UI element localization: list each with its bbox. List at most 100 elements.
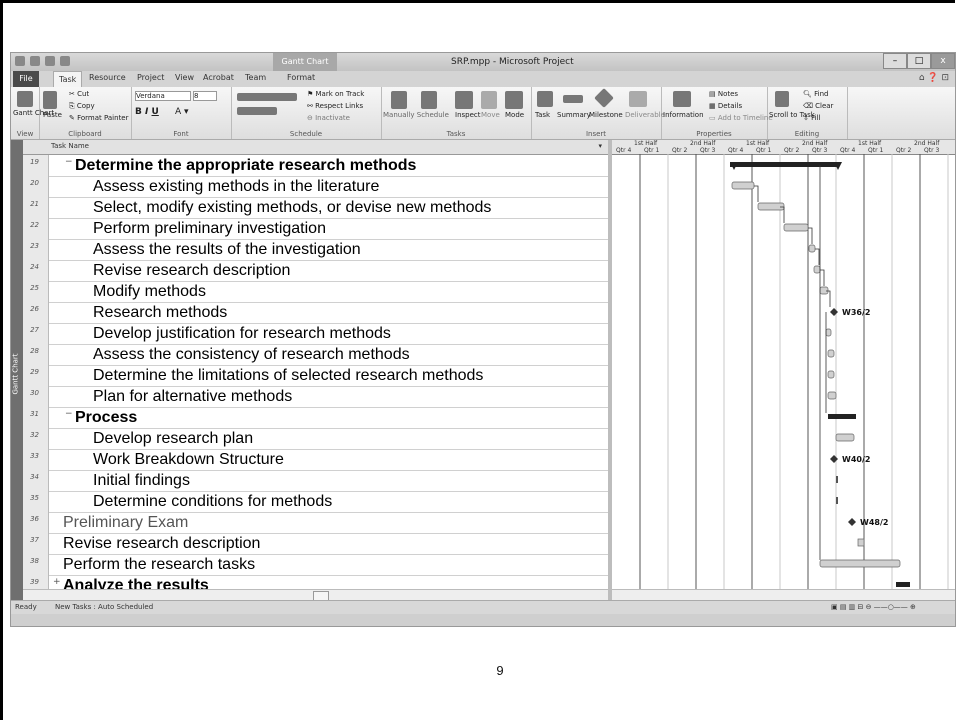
row-id[interactable]: 38	[23, 554, 49, 575]
row-id[interactable]: 37	[23, 533, 49, 554]
table-row[interactable]: 34 Initial findings	[23, 470, 608, 492]
insert-milestone-button[interactable]: Milestone	[589, 111, 623, 119]
task-name[interactable]: Determine conditions for methods	[93, 492, 332, 511]
row-id[interactable]: 35	[23, 491, 49, 512]
help-icon[interactable]: ⌂ ❓ ⊡	[919, 73, 949, 83]
table-row[interactable]: 24 Revise research description	[23, 260, 608, 282]
new-tasks-mode[interactable]: New Tasks : Auto Scheduled	[55, 603, 153, 611]
task-name[interactable]: Assess existing methods in the literatur…	[93, 177, 379, 196]
percent-complete-icons[interactable]	[237, 93, 297, 101]
task-name[interactable]: Work Breakdown Structure	[93, 450, 284, 469]
information-button[interactable]: Information	[663, 111, 704, 119]
app-icon[interactable]	[15, 56, 25, 66]
tab-team[interactable]: Team	[245, 73, 266, 82]
insert-task-button[interactable]: Task	[535, 111, 550, 119]
row-id[interactable]: 19	[23, 155, 49, 176]
add-to-timeline-button[interactable]: ▭ Add to Timeline	[709, 114, 773, 122]
table-row[interactable]: 38 Perform the research tasks	[23, 554, 608, 576]
undo-icon[interactable]	[44, 56, 55, 66]
row-id[interactable]: 26	[23, 302, 49, 323]
font-name-select[interactable]: Verdana	[135, 91, 191, 101]
insert-deliverable-button[interactable]: Deliverable	[625, 111, 665, 119]
row-id[interactable]: 36	[23, 512, 49, 533]
row-id[interactable]: 20	[23, 176, 49, 197]
collapse-icon[interactable]: −	[65, 157, 73, 167]
task-name[interactable]: Preliminary Exam	[63, 513, 188, 532]
task-name[interactable]: Research methods	[93, 303, 227, 322]
task-name[interactable]: Develop justification for research metho…	[93, 324, 391, 343]
row-id[interactable]: 22	[23, 218, 49, 239]
row-id[interactable]: 30	[23, 386, 49, 407]
task-name[interactable]: Process	[75, 408, 137, 427]
row-id[interactable]: 28	[23, 344, 49, 365]
fill-button[interactable]: ⇩ Fill	[803, 114, 820, 122]
bold-button[interactable]: B I U	[135, 107, 159, 117]
find-button[interactable]: 🔍︎ Find	[803, 90, 828, 98]
move-button[interactable]: Move	[481, 111, 500, 119]
row-id[interactable]: 34	[23, 470, 49, 491]
save-icon[interactable]	[29, 56, 40, 66]
table-row[interactable]: 29 Determine the limitations of selected …	[23, 365, 608, 387]
view-bar[interactable]: Gantt Chart	[11, 140, 23, 600]
indent-icons[interactable]	[237, 107, 277, 115]
notes-button[interactable]: ▤ Notes	[709, 90, 738, 98]
table-row[interactable]: 19 − Determine the appropriate research me…	[23, 155, 608, 177]
table-row[interactable]: 33 Work Breakdown Structure	[23, 449, 608, 471]
table-row[interactable]: 35 Determine conditions for methods	[23, 491, 608, 513]
tab-acrobat[interactable]: Acrobat	[203, 73, 234, 82]
details-button[interactable]: ▦ Details	[709, 102, 742, 110]
task-name[interactable]: Determine the limitations of selected re…	[93, 366, 483, 385]
paste-button[interactable]: Paste	[43, 111, 62, 119]
row-id[interactable]: 29	[23, 365, 49, 386]
task-name[interactable]: Plan for alternative methods	[93, 387, 292, 406]
table-row[interactable]: 27 Develop justification for research met…	[23, 323, 608, 345]
inspect-button[interactable]: Inspect	[455, 111, 481, 119]
zoom-slider[interactable]: ▣ ▤ ▥ ⊟ ⊖ ——○—— ⊕	[831, 603, 916, 611]
insert-summary-button[interactable]: Summary	[557, 111, 591, 119]
row-id[interactable]: 31	[23, 407, 49, 428]
row-id[interactable]: 32	[23, 428, 49, 449]
copy-button[interactable]: ⎘ Copy	[69, 102, 95, 111]
row-id[interactable]: 21	[23, 197, 49, 218]
task-name[interactable]: Select, modify existing methods, or devi…	[93, 198, 491, 217]
task-name[interactable]: Assess the consistency of research metho…	[93, 345, 410, 364]
format-painter-button[interactable]: ✎ Format Painter	[69, 114, 129, 122]
task-name[interactable]: Determine the appropriate research metho…	[75, 156, 416, 175]
mode-button[interactable]: Mode	[505, 111, 524, 119]
manually-schedule-button[interactable]: Manually Schedule	[383, 111, 449, 119]
task-name[interactable]: Perform the research tasks	[63, 555, 255, 574]
scrollbar-thumb[interactable]	[313, 591, 329, 600]
row-id[interactable]: 25	[23, 281, 49, 302]
tab-task[interactable]: Task	[53, 71, 83, 87]
maximize-button[interactable]: □	[907, 53, 931, 69]
tab-view[interactable]: View	[175, 73, 194, 82]
clear-button[interactable]: ⌫ Clear	[803, 102, 833, 110]
table-row[interactable]: 23 Assess the results of the investigatio…	[23, 239, 608, 261]
font-color-button[interactable]: A ▾	[175, 107, 189, 117]
column-header-task-name[interactable]: Task Name	[51, 142, 89, 150]
table-row[interactable]: 30 Plan for alternative methods	[23, 386, 608, 408]
table-row[interactable]: 37 Revise research description	[23, 533, 608, 555]
row-id[interactable]: 33	[23, 449, 49, 470]
table-row[interactable]: 25 Modify methods	[23, 281, 608, 303]
task-name[interactable]: Develop research plan	[93, 429, 253, 448]
row-id[interactable]: 23	[23, 239, 49, 260]
table-row[interactable]: 31 − Process	[23, 407, 608, 429]
redo-icon[interactable]	[59, 56, 70, 66]
table-row[interactable]: 26 Research methods	[23, 302, 608, 324]
row-id[interactable]: 27	[23, 323, 49, 344]
task-name[interactable]: Initial findings	[93, 471, 190, 490]
table-row[interactable]: 21 Select, modify existing methods, or de…	[23, 197, 608, 219]
task-sheet-scrollbar[interactable]	[23, 589, 608, 600]
table-row[interactable]: 22 Perform preliminary investigation	[23, 218, 608, 240]
inactivate-button[interactable]: ⊖ Inactivate	[307, 114, 350, 122]
mark-on-track-button[interactable]: ⚑ Mark on Track	[307, 90, 364, 98]
task-name[interactable]: Revise research description	[93, 261, 290, 280]
tab-format[interactable]: Format	[287, 73, 315, 82]
table-row[interactable]: 20 Assess existing methods in the literat…	[23, 176, 608, 198]
tab-project[interactable]: Project	[137, 73, 164, 82]
minimize-button[interactable]: –	[883, 53, 907, 69]
row-id[interactable]: 24	[23, 260, 49, 281]
respect-links-button[interactable]: ⚯ Respect Links	[307, 102, 363, 110]
task-name[interactable]: Perform preliminary investigation	[93, 219, 326, 238]
